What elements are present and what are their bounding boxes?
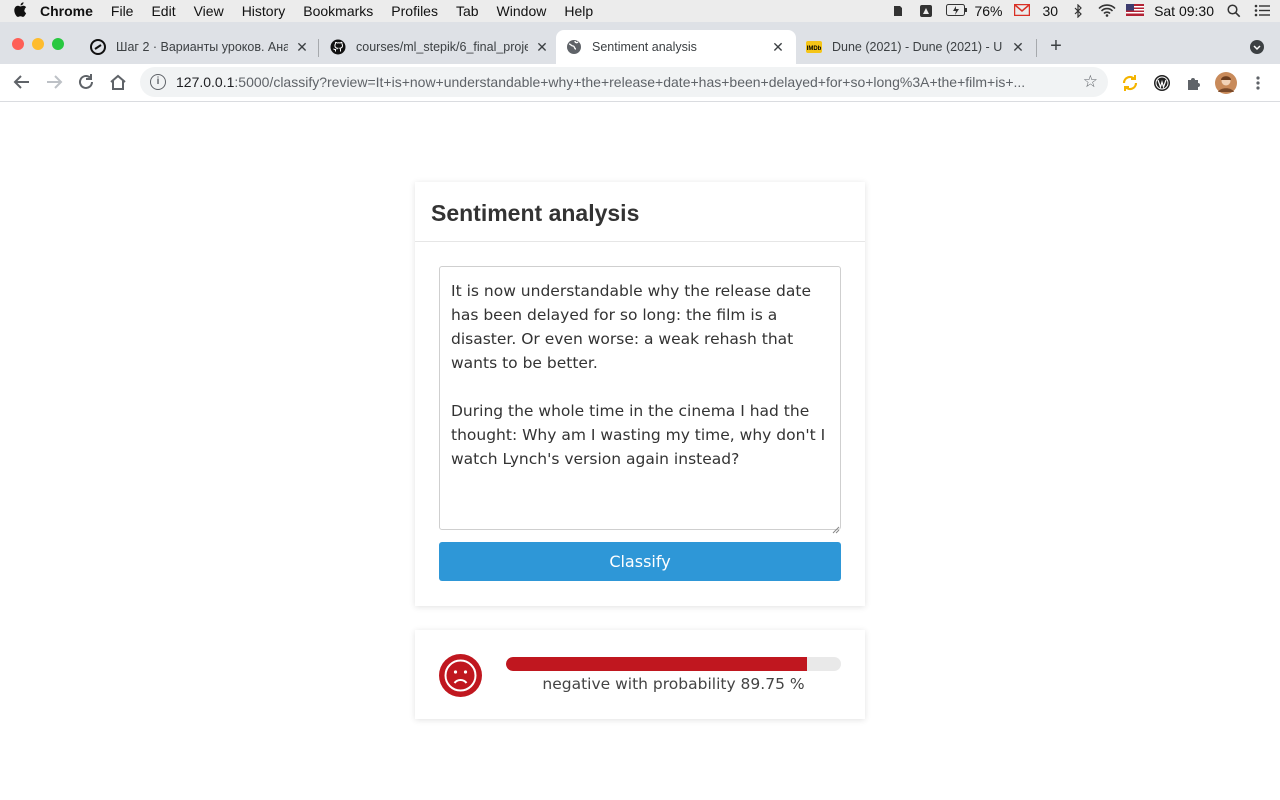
us-flag-icon[interactable] [1126, 4, 1145, 18]
menu-history[interactable]: History [242, 3, 286, 19]
tab-strip: Шаг 2 · Варианты уроков. Ана ✕ courses/m… [0, 22, 1280, 64]
resize-handle-icon[interactable] [832, 521, 840, 534]
sad-face-icon [439, 654, 482, 697]
menu-app-name[interactable]: Chrome [40, 3, 93, 19]
url-host: 127.0.0.1 [176, 74, 235, 90]
globe-icon [566, 39, 582, 55]
browser-toolbar: i 127.0.0.1:5000/classify?review=It+is+n… [0, 64, 1280, 102]
notification-center-icon[interactable] [1254, 4, 1270, 18]
wordpress-extension-icon[interactable] [1152, 73, 1172, 93]
url-text[interactable]: 127.0.0.1:5000/classify?review=It+is+now… [176, 74, 1068, 90]
tab-stepik[interactable]: Шаг 2 · Варианты уроков. Ана ✕ [80, 30, 320, 64]
svg-text:IMDb: IMDb [807, 46, 822, 52]
menu-tab[interactable]: Tab [456, 3, 479, 19]
stepik-icon [90, 39, 106, 55]
window-controls [12, 38, 64, 50]
menu-bookmarks[interactable]: Bookmarks [303, 3, 373, 19]
battery-percent: 76% [974, 3, 1003, 19]
battery-icon[interactable] [946, 4, 968, 18]
menu-file[interactable]: File [111, 3, 134, 19]
menu-edit[interactable]: Edit [151, 3, 175, 19]
back-button[interactable] [12, 73, 32, 93]
clock[interactable]: Sat 09:30 [1154, 3, 1214, 19]
wifi-icon[interactable] [1098, 4, 1116, 18]
result-text: negative with probability 89.75 % [542, 675, 805, 693]
extensions-puzzle-icon[interactable] [1184, 73, 1204, 93]
github-icon [330, 39, 346, 55]
evernote-icon[interactable] [890, 4, 906, 18]
macos-menubar: Chrome File Edit View History Bookmarks … [0, 0, 1280, 22]
apple-icon[interactable] [0, 2, 40, 20]
url-path: :5000/classify?review=It+is+now+understa… [234, 74, 1026, 90]
probability-bar [506, 657, 841, 671]
google-drive-icon[interactable] [918, 4, 934, 18]
bookmark-star-icon[interactable]: ☆ [1083, 72, 1098, 92]
new-tab-button[interactable]: + [1046, 36, 1066, 56]
review-textarea[interactable]: It is now understandable why the release… [439, 266, 841, 530]
minimize-window-button[interactable] [32, 38, 44, 50]
mail-count: 30 [1042, 3, 1059, 19]
result-card: negative with probability 89.75 % [415, 630, 865, 719]
tab-title: Dune (2021) - Dune (2021) - U [832, 40, 1003, 54]
site-info-icon[interactable]: i [150, 74, 166, 90]
menu-help[interactable]: Help [564, 3, 593, 19]
tab-imdb-dune[interactable]: IMDb Dune (2021) - Dune (2021) - U ✕ [796, 30, 1036, 64]
tab-separator [318, 39, 319, 57]
classify-button[interactable]: Classify [439, 542, 841, 581]
close-tab-icon[interactable]: ✕ [294, 39, 310, 56]
tab-search-icon[interactable] [1250, 40, 1264, 54]
menu-profiles[interactable]: Profiles [391, 3, 438, 19]
home-button[interactable] [108, 73, 128, 93]
forward-button[interactable] [44, 73, 64, 93]
tab-sentiment-analysis[interactable]: Sentiment analysis ✕ [556, 30, 796, 64]
spotlight-search-icon[interactable] [1226, 4, 1242, 18]
address-bar[interactable]: i 127.0.0.1:5000/classify?review=It+is+n… [140, 67, 1108, 97]
menu-view[interactable]: View [194, 3, 224, 19]
reload-button[interactable] [76, 73, 96, 93]
tab-title: Шаг 2 · Варианты уроков. Ана [116, 40, 288, 54]
zoom-window-button[interactable] [52, 38, 64, 50]
close-tab-icon[interactable]: ✕ [534, 39, 550, 56]
tab-separator [1036, 39, 1037, 57]
page-title: Sentiment analysis [415, 182, 865, 242]
close-tab-icon[interactable]: ✕ [1010, 39, 1026, 56]
probability-bar-fill [506, 657, 807, 671]
close-window-button[interactable] [12, 38, 24, 50]
classify-card: Sentiment analysis It is now understanda… [415, 182, 865, 606]
tab-github[interactable]: courses/ml_stepik/6_final_proje ✕ [320, 30, 560, 64]
profile-avatar[interactable] [1214, 72, 1238, 94]
close-tab-icon[interactable]: ✕ [770, 39, 786, 56]
sync-extension-icon[interactable] [1120, 73, 1140, 93]
bluetooth-icon[interactable] [1070, 3, 1086, 19]
tab-title: courses/ml_stepik/6_final_proje [356, 40, 528, 54]
imdb-icon: IMDb [806, 39, 822, 55]
chrome-menu-icon[interactable] [1248, 73, 1268, 93]
menu-window[interactable]: Window [497, 3, 547, 19]
tab-title: Sentiment analysis [592, 40, 697, 54]
mail-icon[interactable] [1014, 3, 1031, 18]
